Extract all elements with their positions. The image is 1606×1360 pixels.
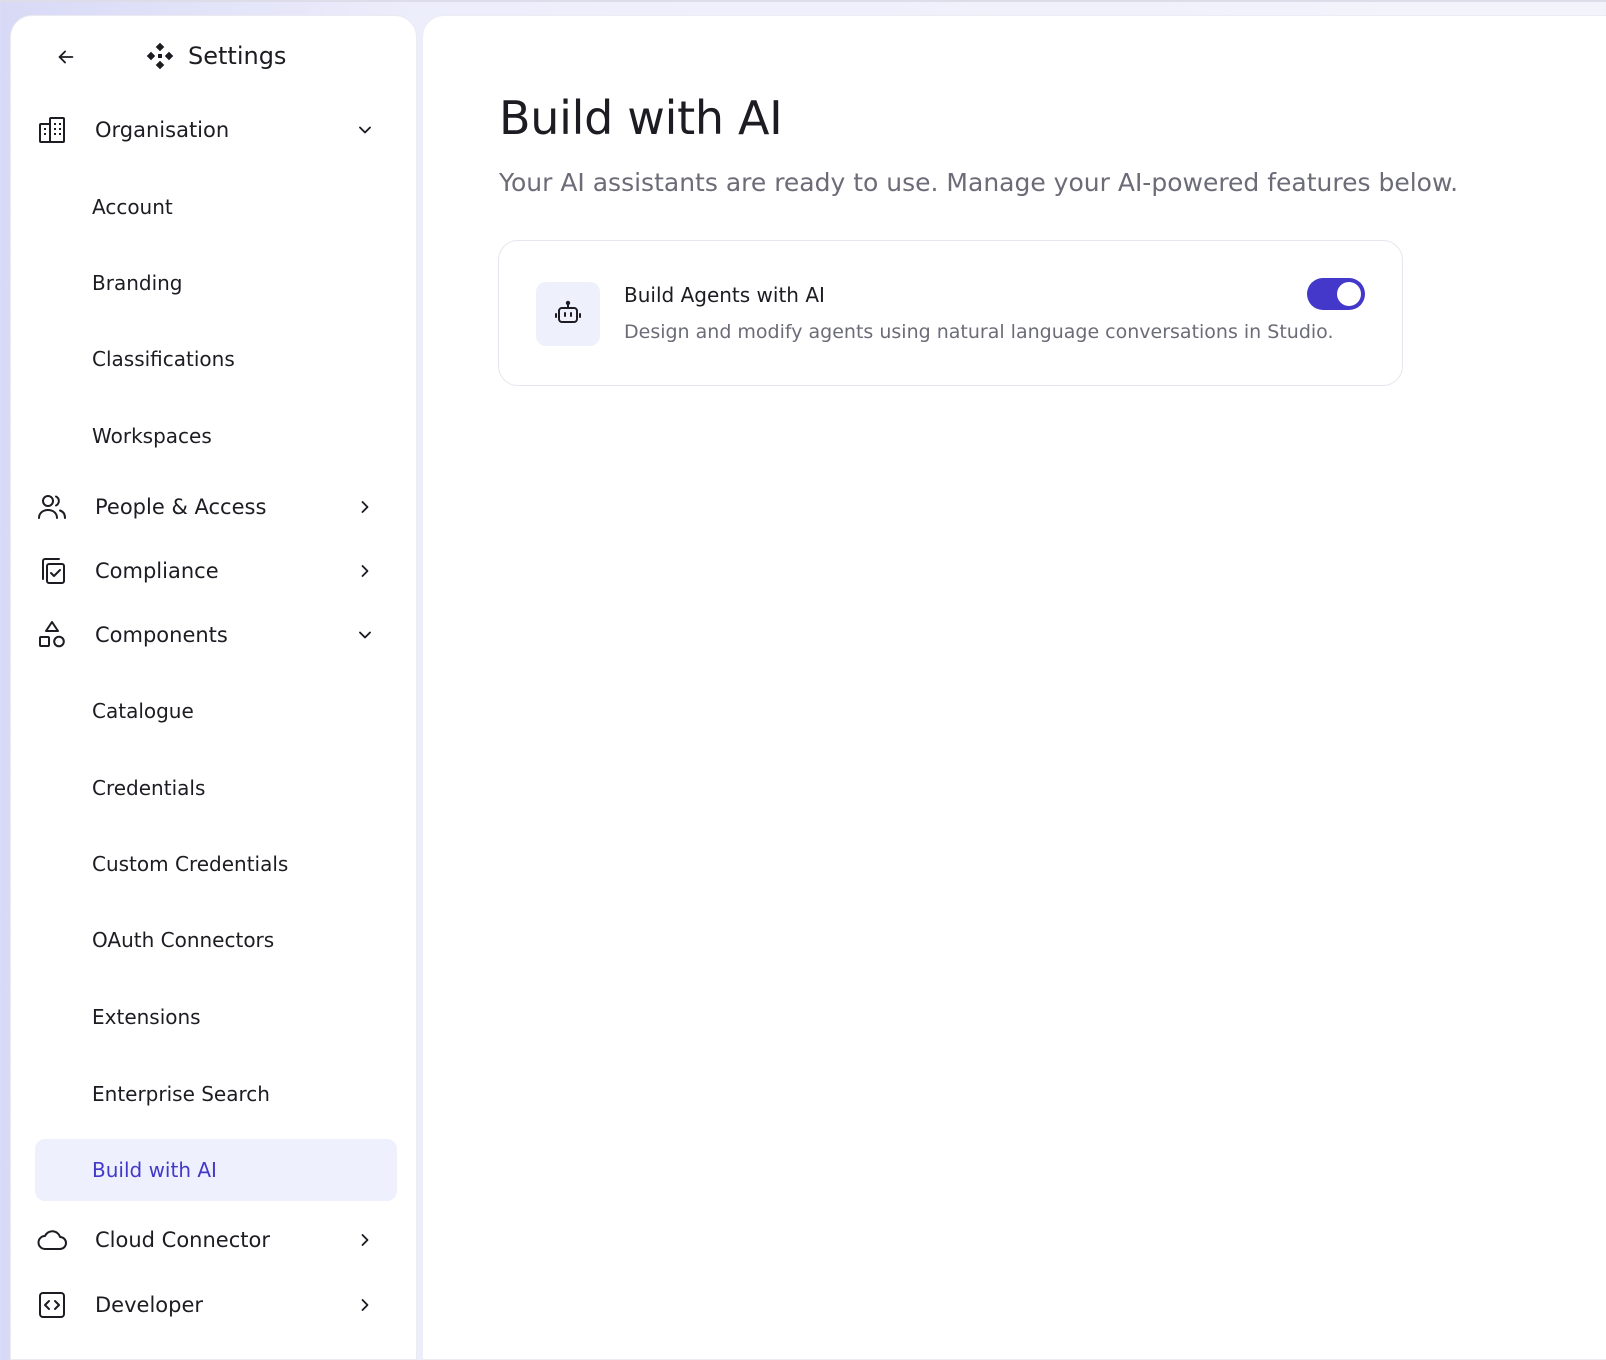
sidebar-section-cloud-connector[interactable]: Cloud Connector [35, 1216, 395, 1264]
sidebar-item-label: Account [92, 195, 173, 219]
sidebar-section-label: Cloud Connector [95, 1228, 270, 1252]
sidebar-item-catalogue[interactable]: Catalogue [35, 680, 397, 742]
main-content: Build with AI Your AI assistants are rea… [422, 15, 1606, 1360]
sidebar-item-branding[interactable]: Branding [35, 252, 397, 314]
sidebar-item-enterprise-search[interactable]: Enterprise Search [35, 1063, 397, 1125]
sidebar-section-developer[interactable]: Developer [35, 1281, 395, 1329]
feature-title: Build Agents with AI [624, 283, 825, 307]
building-icon [35, 113, 69, 147]
sidebar-item-label: Build with AI [92, 1158, 217, 1182]
sidebar-item-label: Credentials [92, 776, 206, 800]
diamond-nodes-icon [145, 41, 175, 71]
sidebar-header: Settings [11, 16, 416, 96]
settings-sidebar: Settings Organisation Account Branding C… [10, 15, 417, 1360]
sidebar-item-extensions[interactable]: Extensions [35, 986, 397, 1048]
sidebar-item-oauth-connectors[interactable]: OAuth Connectors [35, 909, 397, 971]
shapes-icon [35, 618, 69, 652]
chevron-down-icon [353, 623, 377, 647]
sidebar-section-label: Organisation [95, 118, 230, 142]
page-subtitle: Your AI assistants are ready to use. Man… [499, 168, 1459, 197]
sidebar-item-label: OAuth Connectors [92, 928, 275, 952]
feature-description: Design and modify agents using natural l… [624, 321, 1334, 343]
sidebar-item-label: Catalogue [92, 699, 194, 723]
sidebar-item-label: Extensions [92, 1005, 201, 1029]
sidebar-section-label: Developer [95, 1293, 204, 1317]
window-top-border [0, 0, 1606, 2]
sidebar-section-compliance[interactable]: Compliance [35, 547, 395, 595]
sidebar-item-label: Custom Credentials [92, 852, 289, 876]
sidebar-item-account[interactable]: Account [35, 176, 397, 238]
compliance-check-icon [35, 554, 69, 588]
sidebar-item-custom-credentials[interactable]: Custom Credentials [35, 833, 397, 895]
build-agents-toggle[interactable] [1307, 278, 1365, 310]
toggle-knob [1337, 282, 1361, 306]
back-button[interactable] [51, 42, 81, 72]
sidebar-item-build-with-ai[interactable]: Build with AI [35, 1139, 397, 1201]
chevron-down-icon [353, 118, 377, 142]
sidebar-item-label: Workspaces [92, 424, 212, 448]
sidebar-section-organisation[interactable]: Organisation [35, 106, 395, 154]
sidebar-item-credentials[interactable]: Credentials [35, 757, 397, 819]
arrow-left-icon [58, 50, 74, 64]
sidebar-item-classifications[interactable]: Classifications [35, 328, 397, 390]
chevron-right-icon [353, 559, 377, 583]
users-icon [35, 490, 69, 524]
feature-card-build-agents: Build Agents with AI Design and modify a… [498, 240, 1403, 386]
sidebar-section-people-access[interactable]: People & Access [35, 483, 395, 531]
robot-icon [536, 282, 600, 346]
chevron-right-icon [353, 1228, 377, 1252]
sidebar-section-label: People & Access [95, 495, 267, 519]
sidebar-section-label: Compliance [95, 559, 219, 583]
sidebar-section-components[interactable]: Components [35, 611, 395, 659]
sidebar-item-label: Enterprise Search [92, 1082, 270, 1106]
page-title: Build with AI [499, 91, 783, 145]
chevron-right-icon [353, 1293, 377, 1317]
sidebar-item-label: Classifications [92, 347, 235, 371]
sidebar-item-workspaces[interactable]: Workspaces [35, 405, 397, 467]
chevron-right-icon [353, 495, 377, 519]
sidebar-title: Settings [188, 42, 287, 70]
sidebar-item-label: Branding [92, 271, 183, 295]
code-icon [35, 1288, 69, 1322]
cloud-icon [35, 1223, 69, 1257]
sidebar-section-label: Components [95, 623, 228, 647]
